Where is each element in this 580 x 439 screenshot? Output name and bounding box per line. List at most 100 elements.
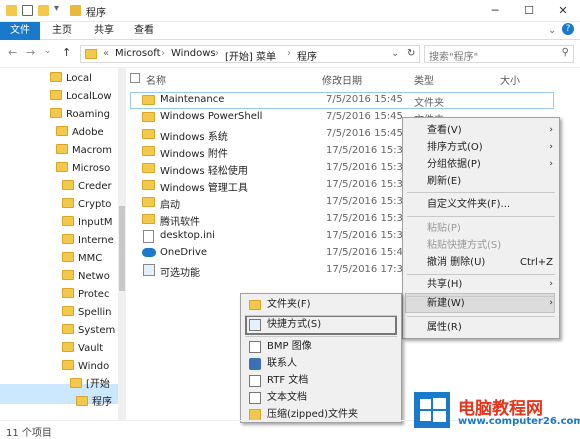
- column-name[interactable]: 名称: [146, 72, 166, 87]
- menu-label: 粘贴快捷方式(S): [427, 240, 502, 251]
- folder-icon: [62, 234, 74, 244]
- address-dropdown-icon[interactable]: ⌄: [391, 48, 399, 59]
- nav-item-locallow[interactable]: LocalLow: [50, 88, 112, 106]
- nav-item-inputmethod[interactable]: InputM: [62, 214, 113, 232]
- submenu-item-shortcut[interactable]: 快捷方式(S): [241, 316, 401, 334]
- file-date: 17/5/2016 15:35: [326, 196, 410, 207]
- menu-item-share[interactable]: 共享(H) ›: [403, 276, 559, 293]
- tab-view[interactable]: 查看: [134, 22, 154, 40]
- forward-arrow-icon[interactable]: →: [26, 46, 35, 59]
- breadcrumb-microsoft[interactable]: Microsoft: [115, 48, 161, 59]
- breadcrumb-separator-icon[interactable]: ›: [161, 48, 165, 59]
- nav-item-internet[interactable]: Interne: [62, 232, 114, 250]
- file-name: OneDrive: [160, 247, 208, 258]
- help-icon[interactable]: ?: [562, 23, 574, 35]
- breadcrumb-start-menu[interactable]: [开始] 菜单: [225, 48, 276, 63]
- menu-separator: [245, 336, 397, 337]
- file-name: 腾讯软件: [160, 217, 200, 228]
- nav-label: Vault: [78, 343, 104, 354]
- expand-ribbon-icon[interactable]: ⌄: [548, 25, 556, 36]
- nav-label: Roaming: [66, 109, 110, 120]
- folder-icon: [85, 49, 97, 59]
- up-arrow-icon[interactable]: ↑: [62, 46, 71, 59]
- nav-item-crypto[interactable]: Crypto: [62, 196, 111, 214]
- nav-item-spelling[interactable]: Spellin: [62, 304, 112, 322]
- window-title: 程序: [86, 8, 106, 19]
- submenu-arrow-icon: ›: [549, 159, 553, 169]
- nav-item-roaming[interactable]: Roaming: [50, 106, 110, 124]
- new-folder-icon[interactable]: [38, 5, 49, 16]
- quick-access-dropdown-icon[interactable]: ▾: [54, 3, 59, 14]
- submenu-item-folder[interactable]: 文件夹(F): [241, 296, 401, 314]
- file-name: desktop.ini: [160, 230, 215, 241]
- close-icon[interactable]: ✕: [546, 0, 580, 22]
- menu-item-group-by[interactable]: 分组依据(P) ›: [403, 156, 559, 173]
- submenu-label: 快捷方式(S): [267, 319, 322, 330]
- nav-item-microsoft[interactable]: Microso: [56, 160, 110, 178]
- folder-icon: [50, 72, 62, 82]
- maximize-icon[interactable]: ☐: [512, 0, 546, 22]
- submenu-label: 文件夹(F): [267, 299, 311, 310]
- properties-icon[interactable]: [22, 5, 33, 16]
- nav-item-protect[interactable]: Protec: [62, 286, 109, 304]
- file-row[interactable]: Maintenance 7/5/2016 15:45 文件夹: [130, 92, 550, 109]
- nav-item-windows[interactable]: Windo: [62, 358, 109, 376]
- nav-label: Windo: [78, 361, 110, 372]
- submenu-item-contact[interactable]: 联系人: [241, 355, 401, 373]
- menu-separator: [407, 192, 555, 193]
- search-input[interactable]: 搜索"程序" ⚲: [424, 45, 574, 63]
- address-bar[interactable]: « Microsoft › Windows › [开始] 菜单 › 程序 ⌄ ↻: [80, 45, 420, 63]
- menu-item-paste-shortcut: 粘贴快捷方式(S): [403, 237, 559, 254]
- menu-item-refresh[interactable]: 刷新(E): [403, 173, 559, 190]
- refresh-icon[interactable]: ↻: [407, 48, 415, 59]
- menu-item-paste: 粘贴(P): [403, 220, 559, 237]
- folder-icon: [62, 252, 74, 262]
- column-type[interactable]: 类型: [414, 72, 434, 87]
- breadcrumb-programs[interactable]: 程序: [297, 48, 317, 63]
- file-name: Windows 轻松使用: [160, 166, 248, 177]
- menu-item-undo-delete[interactable]: 撤消 删除(U) Ctrl+Z: [403, 254, 559, 271]
- recent-dropdown-icon[interactable]: ⌄: [44, 46, 52, 56]
- nav-item-start-menu[interactable]: [开始: [70, 376, 110, 394]
- nav-item-adobe[interactable]: Adobe: [56, 124, 104, 142]
- folder-icon: [56, 162, 68, 172]
- menu-label: 自定义文件夹(F)...: [427, 199, 511, 210]
- item-count: 11 个项目: [6, 428, 52, 439]
- breadcrumb-separator-icon[interactable]: ›: [215, 48, 219, 59]
- column-date[interactable]: 修改日期: [322, 72, 362, 87]
- tab-file[interactable]: 文件: [0, 22, 40, 40]
- tab-share[interactable]: 共享: [94, 22, 114, 40]
- submenu-item-text[interactable]: 文本文档: [241, 389, 401, 407]
- nav-item-credentials[interactable]: Creder: [62, 178, 112, 196]
- nav-item-programs[interactable]: 程序: [76, 394, 112, 412]
- submenu-item-bmp[interactable]: BMP 图像: [241, 338, 401, 356]
- select-all-checkbox[interactable]: [130, 73, 140, 83]
- file-date: 17/5/2016 15:39: [326, 213, 410, 224]
- folder-icon: [70, 378, 82, 388]
- menu-item-new[interactable]: 新建(W) ›: [403, 295, 559, 312]
- back-arrow-icon[interactable]: ←: [8, 46, 17, 59]
- nav-item-network[interactable]: Netwo: [62, 268, 110, 286]
- submenu-item-rtf[interactable]: RTF 文档: [241, 372, 401, 390]
- menu-item-view[interactable]: 查看(V) ›: [403, 122, 559, 139]
- nav-item-mmc[interactable]: MMC: [62, 250, 102, 268]
- minimize-icon[interactable]: ─: [478, 0, 512, 22]
- scrollbar-thumb[interactable]: [119, 206, 125, 291]
- nav-scrollbar[interactable]: [118, 68, 126, 420]
- breadcrumb-separator-icon[interactable]: ›: [287, 48, 291, 59]
- nav-item-macromedia[interactable]: Macrom: [56, 142, 112, 160]
- tab-home[interactable]: 主页: [52, 22, 72, 40]
- file-date: 17/5/2016 15:35: [326, 162, 410, 173]
- nav-item-system[interactable]: System: [62, 322, 115, 340]
- menu-item-properties[interactable]: 属性(R): [403, 319, 559, 336]
- nav-item-vault[interactable]: Vault: [62, 340, 103, 358]
- address-overflow[interactable]: «: [103, 48, 109, 59]
- nav-item-local[interactable]: Local: [50, 70, 92, 88]
- breadcrumb-windows[interactable]: Windows: [171, 48, 216, 59]
- search-icon[interactable]: ⚲: [562, 47, 569, 58]
- menu-item-sort[interactable]: 排序方式(O) ›: [403, 139, 559, 156]
- menu-item-customize-folder[interactable]: 自定义文件夹(F)...: [403, 196, 559, 213]
- column-size[interactable]: 大小: [500, 72, 520, 87]
- menu-label: 刷新(E): [427, 176, 462, 187]
- folder-icon: [62, 360, 74, 370]
